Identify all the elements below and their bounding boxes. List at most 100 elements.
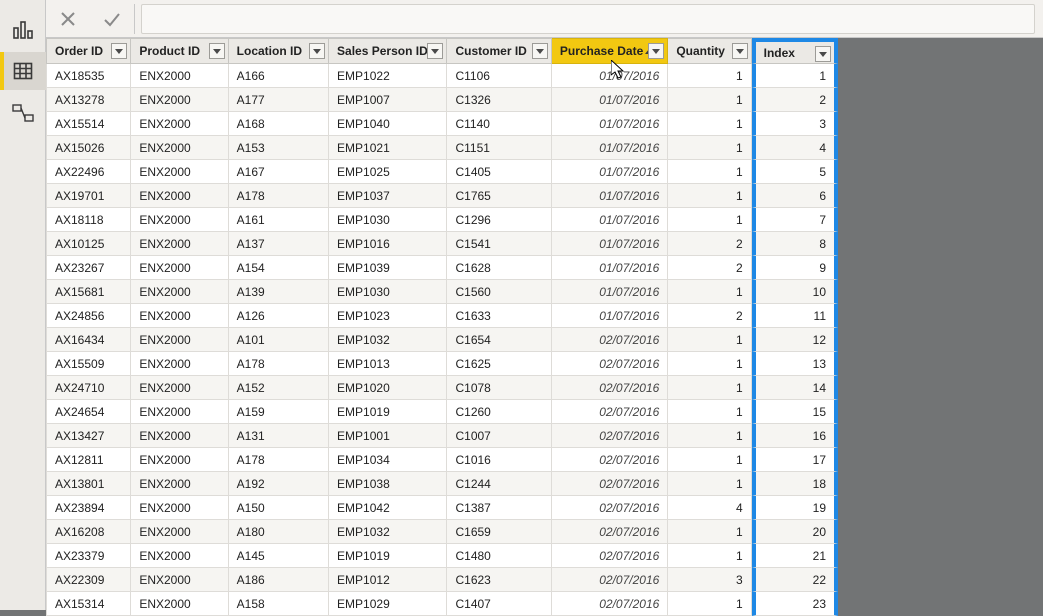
cell[interactable]: AX24856 — [46, 304, 131, 328]
cell[interactable]: ENX2000 — [131, 208, 228, 232]
cell[interactable]: 8 — [752, 232, 838, 256]
cell[interactable]: 2 — [668, 304, 751, 328]
cell[interactable]: C1007 — [447, 424, 551, 448]
cell[interactable]: 3 — [752, 112, 838, 136]
cell[interactable]: EMP1032 — [329, 520, 447, 544]
cell[interactable]: C1151 — [447, 136, 551, 160]
cell[interactable]: A167 — [229, 160, 329, 184]
cell[interactable]: 1 — [668, 112, 751, 136]
cell[interactable]: C1480 — [447, 544, 551, 568]
cell[interactable]: 6 — [752, 184, 838, 208]
column-header-location-id[interactable]: Location ID — [229, 38, 329, 64]
cell[interactable]: ENX2000 — [131, 472, 228, 496]
cell[interactable]: A131 — [229, 424, 329, 448]
cell[interactable]: 02/07/2016 — [552, 424, 668, 448]
data-view-button[interactable] — [0, 52, 46, 90]
cell[interactable]: 11 — [752, 304, 838, 328]
cell[interactable]: 1 — [668, 208, 751, 232]
cell[interactable]: AX18535 — [46, 64, 131, 88]
cell[interactable]: AX19701 — [46, 184, 131, 208]
cell[interactable]: AX13801 — [46, 472, 131, 496]
cell[interactable]: ENX2000 — [131, 352, 228, 376]
cell[interactable]: AX15514 — [46, 112, 131, 136]
cell[interactable]: A153 — [229, 136, 329, 160]
cell[interactable]: EMP1023 — [329, 304, 447, 328]
column-header-order-id[interactable]: Order ID — [46, 38, 131, 64]
cell[interactable]: A158 — [229, 592, 329, 616]
filter-dropdown-button[interactable] — [427, 43, 443, 59]
cell[interactable]: ENX2000 — [131, 376, 228, 400]
cell[interactable]: 22 — [752, 568, 838, 592]
cell[interactable]: AX15026 — [46, 136, 131, 160]
cell[interactable]: EMP1030 — [329, 280, 447, 304]
cell[interactable]: 7 — [752, 208, 838, 232]
cell[interactable]: C1659 — [447, 520, 551, 544]
cell[interactable]: A150 — [229, 496, 329, 520]
cell[interactable]: C1633 — [447, 304, 551, 328]
cell[interactable]: 02/07/2016 — [552, 568, 668, 592]
cell[interactable]: ENX2000 — [131, 424, 228, 448]
cell[interactable]: ENX2000 — [131, 112, 228, 136]
cell[interactable]: 1 — [668, 544, 751, 568]
cell[interactable]: EMP1025 — [329, 160, 447, 184]
cell[interactable]: 1 — [668, 448, 751, 472]
table-row[interactable]: AX13278ENX2000A177EMP1007C132601/07/2016… — [46, 88, 838, 112]
cell[interactable]: 1 — [668, 352, 751, 376]
report-view-button[interactable] — [0, 10, 46, 48]
cell[interactable]: 17 — [752, 448, 838, 472]
cell[interactable]: C1140 — [447, 112, 551, 136]
filter-dropdown-button[interactable] — [532, 43, 548, 59]
cell[interactable]: ENX2000 — [131, 328, 228, 352]
table-row[interactable]: AX15314ENX2000A158EMP1029C140702/07/2016… — [46, 592, 838, 616]
cell[interactable]: AX23267 — [46, 256, 131, 280]
cell[interactable]: ENX2000 — [131, 568, 228, 592]
cell[interactable]: 01/07/2016 — [552, 88, 668, 112]
cell[interactable]: AX22496 — [46, 160, 131, 184]
cell[interactable]: 1 — [668, 160, 751, 184]
cell[interactable]: C1016 — [447, 448, 551, 472]
cell[interactable]: C1560 — [447, 280, 551, 304]
cell[interactable]: AX24654 — [46, 400, 131, 424]
cell[interactable]: ENX2000 — [131, 448, 228, 472]
cell[interactable]: 02/07/2016 — [552, 592, 668, 616]
filter-dropdown-button[interactable] — [648, 43, 664, 59]
cell[interactable]: A137 — [229, 232, 329, 256]
cell[interactable]: A145 — [229, 544, 329, 568]
cell[interactable]: C1326 — [447, 88, 551, 112]
column-header-customer-id[interactable]: Customer ID — [447, 38, 551, 64]
cell[interactable]: A161 — [229, 208, 329, 232]
cell[interactable]: AX24710 — [46, 376, 131, 400]
cell[interactable]: 10 — [752, 280, 838, 304]
cell[interactable]: 2 — [752, 88, 838, 112]
cell[interactable]: 21 — [752, 544, 838, 568]
cell[interactable]: 3 — [668, 568, 751, 592]
cell[interactable]: 13 — [752, 352, 838, 376]
cell[interactable]: C1078 — [447, 376, 551, 400]
table-row[interactable]: AX18535ENX2000A166EMP1022C110601/07/2016… — [46, 64, 838, 88]
cell[interactable]: A154 — [229, 256, 329, 280]
cell[interactable]: C1260 — [447, 400, 551, 424]
cell[interactable]: EMP1039 — [329, 256, 447, 280]
filter-dropdown-button[interactable] — [111, 43, 127, 59]
cell[interactable]: C1541 — [447, 232, 551, 256]
cell[interactable]: 16 — [752, 424, 838, 448]
cell[interactable]: A192 — [229, 472, 329, 496]
cell[interactable]: 02/07/2016 — [552, 400, 668, 424]
cell[interactable]: ENX2000 — [131, 64, 228, 88]
cell[interactable]: 1 — [668, 64, 751, 88]
table-row[interactable]: AX23894ENX2000A150EMP1042C138702/07/2016… — [46, 496, 838, 520]
cell[interactable]: 18 — [752, 472, 838, 496]
cell[interactable]: 02/07/2016 — [552, 544, 668, 568]
cell[interactable]: ENX2000 — [131, 304, 228, 328]
cell[interactable]: 02/07/2016 — [552, 520, 668, 544]
cell[interactable]: 01/07/2016 — [552, 64, 668, 88]
cell[interactable]: 23 — [752, 592, 838, 616]
cell[interactable]: 4 — [752, 136, 838, 160]
cell[interactable]: ENX2000 — [131, 280, 228, 304]
cell[interactable]: AX15314 — [46, 592, 131, 616]
cell[interactable]: 1 — [668, 88, 751, 112]
cell[interactable]: 01/07/2016 — [552, 208, 668, 232]
cell[interactable]: ENX2000 — [131, 160, 228, 184]
cell[interactable]: AX18118 — [46, 208, 131, 232]
cell[interactable]: 1 — [668, 328, 751, 352]
